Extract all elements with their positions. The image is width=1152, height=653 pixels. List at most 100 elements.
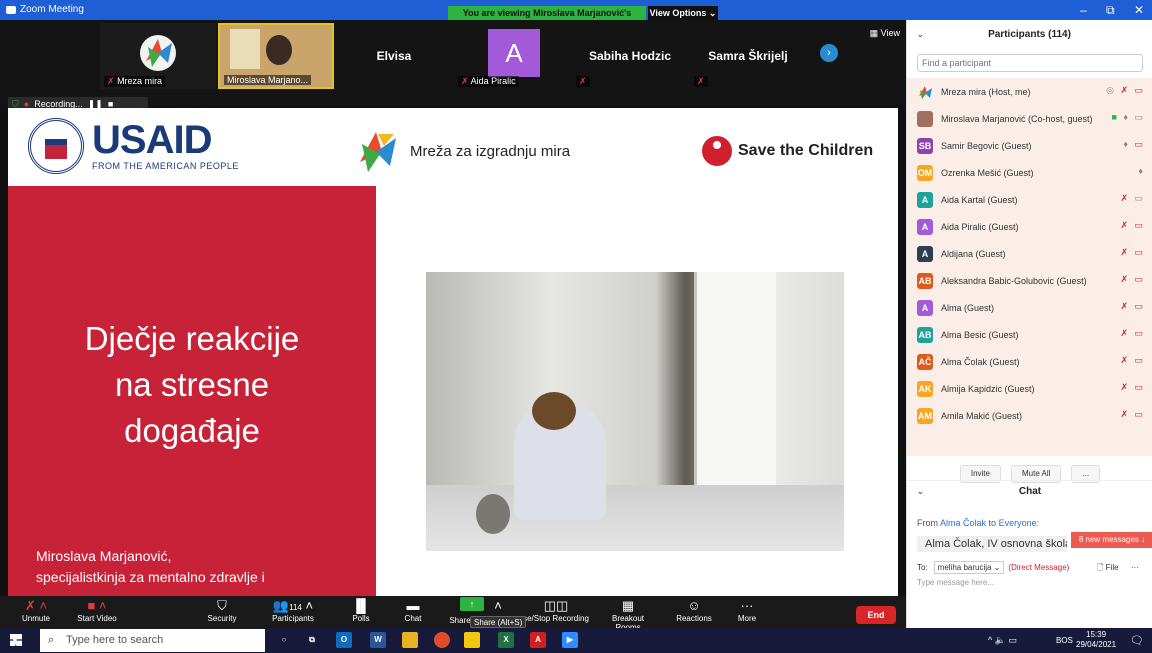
security-button[interactable]: ⛉ Security [202, 597, 242, 623]
video-tile[interactable]: Samra Škrijelj ✗ [690, 23, 806, 89]
outlook-icon[interactable]: O [336, 632, 352, 648]
participant-row[interactable]: A Alma (Guest) ✗ ▭ [907, 294, 1152, 321]
status-icons: ◎ ✗ ▭ [1106, 85, 1145, 95]
cortana-icon[interactable]: ○ [276, 632, 292, 648]
avatar: AK [917, 380, 933, 397]
share-button[interactable]: Share [448, 616, 472, 625]
next-page-icon[interactable]: › [820, 44, 838, 62]
participant-row[interactable]: Mreza mira (Host, me) ◎ ✗ ▭ [907, 78, 1152, 105]
clock[interactable]: 15:39 29/04/2021 [1076, 630, 1116, 650]
zoom-taskbar-icon[interactable]: ▶ [562, 632, 578, 648]
participants-header: ⌄ Participants (114) [907, 20, 1152, 50]
notifications-icon[interactable]: 🗨 [1130, 634, 1144, 647]
chevron-down-icon[interactable]: ⌄ [917, 20, 924, 50]
more-button[interactable]: ··· More [732, 597, 762, 623]
view-button[interactable]: ▦ View [870, 28, 900, 39]
video-tile-active[interactable]: Miroslava Marjano... [218, 23, 334, 89]
file-explorer-icon[interactable] [402, 632, 418, 648]
task-view-icon[interactable]: ⧉ [304, 632, 320, 648]
minimize-icon[interactable]: – [1080, 3, 1087, 17]
acrobat-icon[interactable]: A [530, 632, 546, 648]
shield-icon: ⛉ [217, 598, 227, 613]
maximize-icon[interactable]: ⧉ [1106, 3, 1115, 18]
status-icons: ✗ ▭ [1120, 355, 1145, 365]
breakout-rooms-button[interactable]: ▦Breakout Rooms [600, 597, 656, 632]
side-panel: ⌄Participants (114) Mreza mira (Host, me… [906, 20, 1152, 628]
video-tile[interactable]: ✗ Mreza mira [100, 23, 216, 89]
file-icon: 🗋 [1097, 563, 1104, 572]
app-title: Zoom Meeting [6, 4, 84, 15]
participant-row[interactable]: OM Ozrenka Mešić (Guest) ♦ [907, 159, 1152, 186]
meeting-area: ✗ Mreza mira Miroslava Marjano... Elvisa… [0, 20, 906, 632]
participant-row[interactable]: A Aida Kartal (Guest) ✗ ▭ [907, 186, 1152, 213]
avatar: A [917, 245, 933, 262]
language-indicator[interactable]: BOS [1056, 636, 1073, 645]
chat-icon: ▬ [406, 598, 420, 613]
share-tooltip: Share (Alt+S) [470, 616, 527, 628]
participant-row[interactable]: AM Amila Makić (Guest) ✗ ▭ [907, 402, 1152, 429]
video-strip: ✗ Mreza mira Miroslava Marjano... Elvisa… [0, 20, 906, 106]
avatar: AB [917, 272, 933, 289]
participant-row[interactable]: AB Alma Besic (Guest) ✗ ▭ [907, 321, 1152, 348]
word-icon[interactable]: W [370, 632, 386, 648]
windows-start-icon[interactable] [10, 634, 22, 646]
participant-row[interactable]: A Aida Piralic (Guest) ✗ ▭ [907, 213, 1152, 240]
network-icon[interactable]: ▭ [1008, 635, 1017, 645]
muted-mic-icon: ✗ [576, 76, 590, 87]
end-button[interactable]: End [856, 606, 896, 624]
chevron-up-icon[interactable]: ^ [988, 635, 992, 645]
participant-row[interactable]: AB Aleksandra Babic-Golubovic (Guest) ✗ ▭ [907, 267, 1152, 294]
participant-search-input[interactable] [917, 54, 1143, 72]
participants-icon: 👥114 ˄ [272, 598, 314, 613]
save-the-children-logo: Save the Children [702, 136, 873, 166]
status-icons: ✗ ▭ [1120, 193, 1145, 203]
chevron-down-icon[interactable]: ⌄ [917, 481, 924, 503]
person-image [266, 35, 292, 65]
participant-row[interactable]: A Aldijana (Guest) ✗ ▭ [907, 240, 1152, 267]
volume-icon[interactable]: 🔈 [995, 635, 1006, 645]
more-icon[interactable]: ··· [1131, 558, 1139, 578]
video-tile[interactable]: A ✗ Aida Piralic [454, 23, 570, 89]
video-off-icon: ■ ˄ [87, 598, 107, 613]
sticky-notes-icon[interactable] [464, 632, 480, 648]
share-options-icon[interactable]: ˄ [488, 597, 508, 614]
pause-record-icon: ◫◫ [543, 598, 569, 613]
title-bar: Zoom Meeting You are viewing Miroslava M… [0, 0, 1152, 32]
avatar: SB [917, 137, 933, 154]
chrome-icon[interactable] [434, 632, 450, 648]
participant-list: Mreza mira (Host, me) ◎ ✗ ▭ Miroslava Mar… [907, 78, 1152, 456]
usaid-logo: USAID FROM THE AMERICAN PEOPLE [28, 118, 239, 174]
video-tile[interactable]: Elvisa ✗ [336, 23, 468, 89]
close-icon[interactable]: ✕ [1134, 3, 1144, 17]
zoom-icon [6, 5, 16, 14]
participant-row[interactable]: AČ Alma Čolak (Guest) ✗ ▭ [907, 348, 1152, 375]
chat-sender: From Alma Čolak to Everyone: [917, 518, 1040, 528]
avatar: AM [917, 407, 933, 424]
status-icons: ✗ ▭ [1120, 328, 1145, 338]
slide-photo [426, 272, 844, 551]
share-icon[interactable]: ↑ [460, 597, 484, 611]
chat-input[interactable]: Type message here... [917, 578, 994, 587]
start-video-button[interactable]: ■ ˄ Start Video [72, 597, 122, 623]
reactions-button[interactable]: ☺ Reactions [674, 597, 714, 623]
participant-row[interactable]: AK Almija Kapidzic (Guest) ✗ ▭ [907, 375, 1152, 402]
video-tile[interactable]: Sabiha Hodzic ✗ [572, 23, 688, 89]
new-messages-button[interactable]: 8 new messages ↓ [1071, 532, 1152, 548]
participant-row[interactable]: SB Samir Begovic (Guest) ♦ ▭ [907, 132, 1152, 159]
grid-icon: ▦ [621, 598, 635, 613]
excel-icon[interactable]: X [498, 632, 514, 648]
file-button[interactable]: 🗋 File [1097, 558, 1119, 578]
taskbar-search[interactable]: ⌕ Type here to search [40, 629, 265, 652]
recipient-select[interactable]: meliha barucija ⌄ [933, 561, 1005, 574]
view-options-button[interactable]: View Options ⌄ [648, 6, 718, 20]
participant-row[interactable]: Miroslava Marjanović (Co-host, guest) ■ ♦… [907, 105, 1152, 132]
avatar [917, 110, 933, 127]
chat-recipient-row: To: meliha barucija ⌄ (Direct Message) 🗋 F… [907, 558, 1152, 578]
polls-button[interactable]: ▐▌ Polls [346, 597, 376, 623]
unmute-button[interactable]: ✗ ˄ Unmute [16, 597, 56, 623]
logo-row: USAID FROM THE AMERICAN PEOPLE Mreža za i… [8, 108, 898, 194]
record-button[interactable]: ◫◫ se/Stop Recording [520, 597, 592, 623]
muted-mic-icon: ✗ ˄ [24, 598, 48, 613]
participants-button[interactable]: 👥114 ˄ Participants [266, 597, 320, 623]
chat-button[interactable]: ▬ Chat [396, 597, 430, 623]
